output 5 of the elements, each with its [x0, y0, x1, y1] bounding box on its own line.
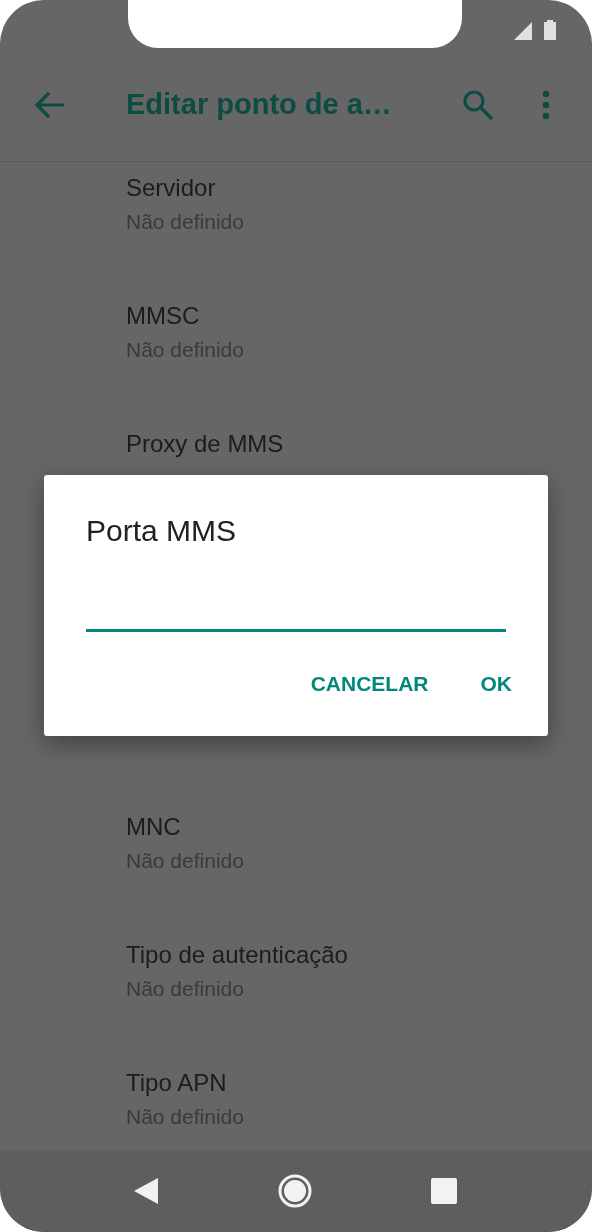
settings-item[interactable]: Proxy de MMS: [126, 418, 592, 460]
dialog-button[interactable]: CANCELAR: [294, 662, 445, 706]
screen-title: Editar ponto de a…: [126, 88, 393, 121]
dialog-button[interactable]: OK: [464, 662, 528, 706]
dialog-title: Porta MMS: [86, 513, 238, 549]
